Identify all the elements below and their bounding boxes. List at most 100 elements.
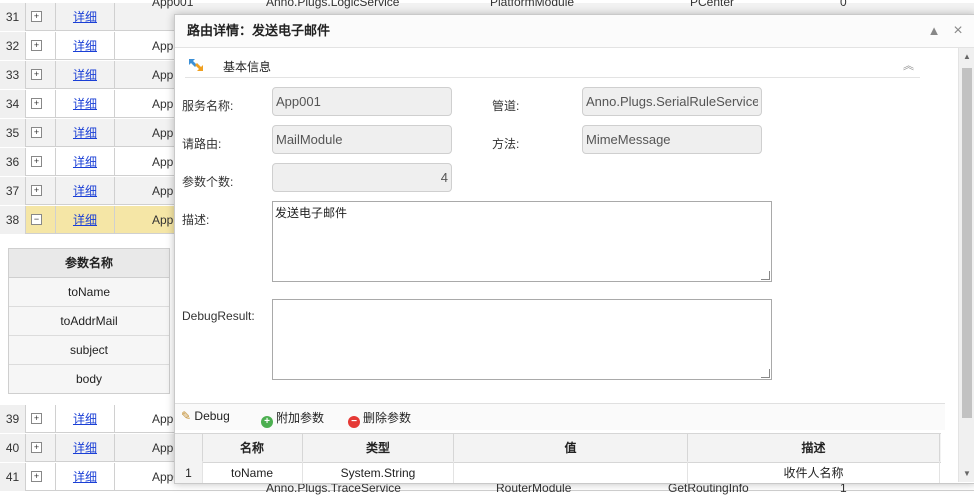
plus-icon: + (31, 413, 42, 424)
row-number: 40 (0, 434, 26, 462)
route-label: 请路由: (182, 137, 222, 151)
expand-toggle[interactable]: + (25, 119, 56, 147)
service-name-field[interactable] (272, 87, 452, 116)
pipeline-label: 管道: (492, 99, 520, 113)
route-field[interactable] (272, 125, 452, 154)
detail-link[interactable]: 详细 (56, 434, 115, 462)
plus-icon: + (31, 471, 42, 482)
service-cell: Anno.Plugs.LogicService (266, 0, 400, 9)
description-textarea[interactable]: 发送电子邮件 (272, 201, 772, 282)
expand-toggle[interactable]: + (25, 405, 56, 433)
method-cell: PCenter (690, 0, 735, 9)
remove-param-button[interactable]: − 删除参数 (348, 409, 411, 428)
app-cell: App (152, 213, 174, 227)
column-header-type[interactable]: 类型 (303, 434, 454, 462)
param-header: 参数名称 (9, 249, 169, 278)
plus-icon: + (31, 127, 42, 138)
param-count-field[interactable] (272, 163, 452, 192)
param-row: toName (9, 278, 169, 307)
plus-icon: + (31, 98, 42, 109)
debug-result-textarea[interactable] (272, 299, 772, 380)
param-desc-cell: 收件人名称 (688, 461, 940, 483)
app-cell: App (152, 68, 174, 82)
route-detail-dialog: 路由详情：发送电子邮件 ▲ × 基本信息 ︽ 服务名称: 管道: 请路由: 方法… (174, 14, 974, 484)
param-name-cell: toName (202, 461, 303, 483)
param-grid-row[interactable]: 1 toName System.String 收件人名称 (175, 461, 941, 483)
row-number: 37 (0, 177, 26, 205)
resize-grip-icon[interactable] (761, 369, 770, 378)
row-number: 33 (0, 61, 26, 89)
row-index-header (175, 434, 203, 462)
detail-link[interactable]: 详细 (56, 405, 115, 433)
collapse-icon[interactable]: ▲ (925, 15, 943, 47)
app-cell: App (152, 155, 174, 169)
debug-button[interactable]: ✎ Debug (181, 409, 230, 423)
app-cell: App001 (152, 0, 194, 9)
row-number: 36 (0, 148, 26, 176)
plus-icon: + (31, 11, 42, 22)
expand-toggle[interactable]: + (25, 177, 56, 205)
column-header-value[interactable]: 值 (454, 434, 688, 462)
description-text: 发送电子邮件 (275, 206, 348, 220)
app-cell: App (152, 39, 174, 53)
param-value-cell[interactable] (454, 461, 688, 483)
detail-link[interactable]: 详细 (56, 148, 115, 176)
expand-toggle[interactable]: + (25, 90, 56, 118)
module-cell: PlatformModule (490, 0, 575, 9)
remove-circle-icon: − (348, 416, 360, 428)
expand-toggle[interactable]: + (25, 32, 56, 60)
detail-link[interactable]: 详细 (56, 61, 115, 89)
collapse-toggle[interactable]: − (25, 206, 56, 234)
param-grid-header: 名称 类型 值 描述 (175, 433, 941, 463)
detail-link[interactable]: 详细 (56, 119, 115, 147)
row-number: 35 (0, 119, 26, 147)
scrollbar-thumb[interactable] (962, 68, 972, 418)
debug-button-label: Debug (194, 409, 230, 423)
close-icon[interactable]: × (949, 15, 967, 47)
resize-grip-icon[interactable] (761, 271, 770, 280)
dialog-title: 路由详情：发送电子邮件 (187, 23, 331, 38)
pipeline-field[interactable] (582, 87, 762, 116)
debug-result-label: DebugResult: (182, 309, 255, 323)
row-number: 31 (0, 3, 26, 31)
row-number: 34 (0, 90, 26, 118)
param-subtable: 参数名称 toName toAddrMail subject body (8, 248, 170, 394)
scroll-down-icon[interactable]: ▼ (962, 469, 972, 478)
detail-link[interactable]: 详细 (56, 32, 115, 60)
plus-icon: + (31, 185, 42, 196)
expand-toggle[interactable]: + (25, 148, 56, 176)
expand-toggle[interactable]: + (25, 434, 56, 462)
row-number: 39 (0, 405, 26, 433)
detail-link[interactable]: 详细 (56, 177, 115, 205)
double-chevron-up-icon[interactable]: ︽ (903, 57, 914, 73)
detail-link[interactable]: 详细 (56, 463, 115, 491)
dialog-scrollbar[interactable]: ▲ ▼ (958, 48, 974, 482)
detail-link[interactable]: 详细 (56, 3, 115, 31)
detail-link[interactable]: 详细 (56, 206, 115, 234)
expand-toggle[interactable]: + (25, 3, 56, 31)
section-header-basic-info[interactable]: 基本信息 ︽ (185, 55, 920, 78)
app-cell: App (152, 412, 174, 426)
add-param-button[interactable]: + 附加参数 (261, 409, 324, 428)
expand-toggle[interactable]: + (25, 463, 56, 491)
plus-icon: + (31, 156, 42, 167)
plus-icon: + (31, 69, 42, 80)
method-field[interactable] (582, 125, 762, 154)
param-type-cell: System.String (303, 461, 454, 483)
app-cell: App (152, 126, 174, 140)
column-header-desc[interactable]: 描述 (688, 434, 940, 462)
row-number: 38 (0, 206, 26, 234)
param-count-label: 参数个数: (182, 175, 234, 189)
expand-toggle[interactable]: + (25, 61, 56, 89)
remove-param-label: 删除参数 (363, 411, 412, 425)
add-circle-icon: + (261, 416, 273, 428)
section-title: 基本信息 (223, 60, 272, 74)
count-cell: 0 (840, 0, 847, 9)
param-row: toAddrMail (9, 307, 169, 336)
column-header-name[interactable]: 名称 (202, 434, 303, 462)
scroll-up-icon[interactable]: ▲ (962, 52, 972, 61)
app-cell: App (152, 184, 174, 198)
detail-link[interactable]: 详细 (56, 90, 115, 118)
minus-icon: − (31, 214, 42, 225)
plus-icon: + (31, 442, 42, 453)
